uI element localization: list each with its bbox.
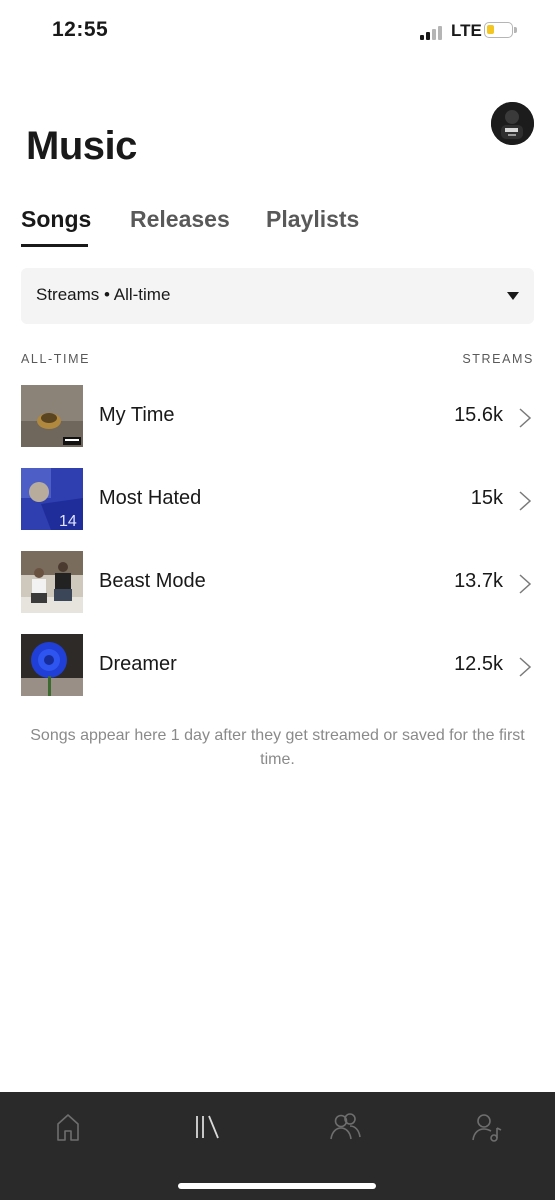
active-tab-indicator [21, 244, 88, 247]
chevron-right-icon [519, 657, 532, 677]
column-header-period: ALL-TIME [21, 352, 91, 366]
home-indicator [178, 1183, 376, 1189]
tab-releases[interactable]: Releases [130, 206, 230, 233]
song-title: My Time [99, 404, 175, 426]
song-title: Dreamer [99, 653, 177, 675]
chevron-right-icon [519, 574, 532, 594]
status-time: 12:55 [52, 18, 109, 41]
status-bar: 12:55 LTE [0, 0, 555, 62]
song-streams: 13.7k [454, 570, 503, 592]
battery-icon [484, 22, 517, 38]
chevron-right-icon [519, 408, 532, 428]
song-row[interactable]: My Time 15.6k [0, 383, 555, 466]
song-title: Beast Mode [99, 570, 206, 592]
song-streams: 15k [470, 487, 503, 509]
song-row[interactable]: 14 Most Hated 15k [0, 466, 555, 549]
signal-strength-icon [420, 24, 446, 40]
network-type: LTE [451, 21, 482, 40]
streams-filter-dropdown[interactable]: Streams • All-time [21, 268, 534, 324]
song-row[interactable]: Dreamer 12.5k [0, 632, 555, 715]
audience-icon[interactable] [328, 1110, 362, 1144]
song-list: My Time 15.6k 14 Most Hated 15k Beast Mo… [0, 383, 555, 715]
profile-music-icon[interactable] [470, 1110, 504, 1144]
library-icon[interactable] [190, 1110, 224, 1144]
songs-footnote: Songs appear here 1 day after they get s… [30, 727, 525, 768]
chevron-down-icon [507, 292, 519, 300]
ring-cover-art [21, 385, 83, 447]
home-icon[interactable] [51, 1110, 85, 1144]
song-row[interactable]: Beast Mode 13.7k [0, 549, 555, 632]
song-title: Most Hated [99, 487, 202, 509]
tab-playlists[interactable]: Playlists [266, 206, 359, 233]
duo-photo-cover-art [21, 551, 83, 613]
song-streams: 15.6k [454, 404, 503, 426]
column-header-streams: STREAMS [462, 352, 534, 366]
chevron-right-icon [519, 491, 532, 511]
tab-songs[interactable]: Songs [21, 206, 91, 233]
svg-text:14: 14 [59, 513, 77, 530]
page-title: Music [26, 124, 137, 168]
blue-rose-cover-art [21, 634, 83, 696]
song-streams: 12.5k [454, 653, 503, 675]
filter-label: Streams • All-time [36, 285, 171, 304]
dodgers-cover-art: 14 [21, 468, 83, 530]
profile-avatar[interactable] [491, 102, 534, 145]
